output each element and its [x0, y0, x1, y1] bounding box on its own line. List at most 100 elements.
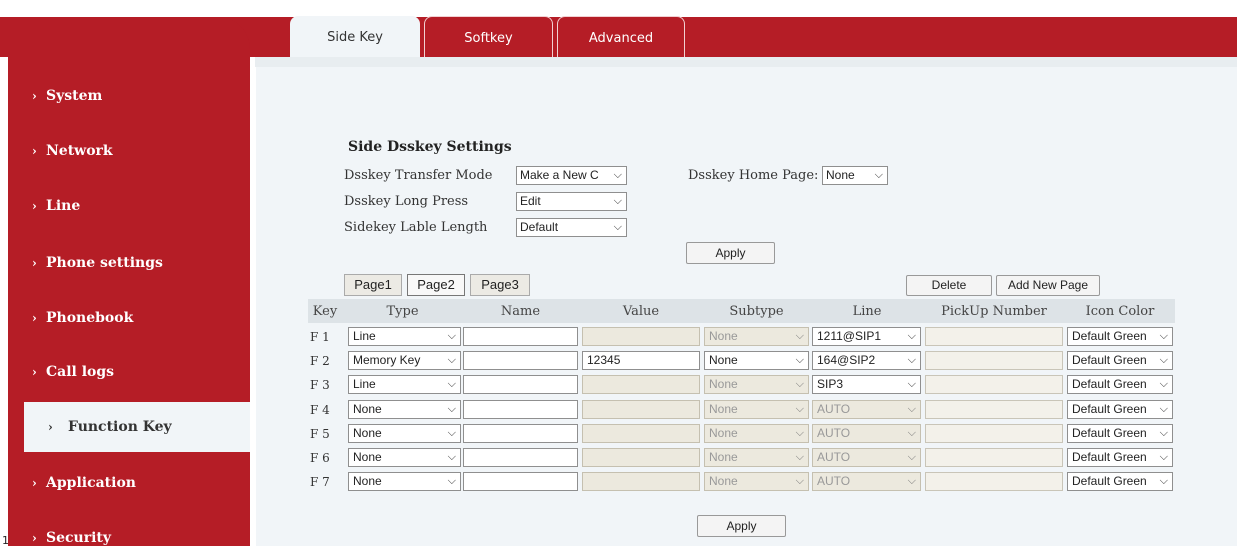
- icon-color-select[interactable]: Default Green ⌵: [1067, 472, 1173, 491]
- type-select-value: Memory Key: [353, 353, 421, 367]
- chevron-down-icon: ⌵: [795, 378, 804, 390]
- icon-color-select[interactable]: Default Green ⌵: [1067, 327, 1173, 346]
- line-select[interactable]: SIP3 ⌵: [812, 375, 921, 394]
- value-field[interactable]: 12345: [582, 351, 700, 370]
- chevron-down-icon: ⌵: [447, 354, 456, 366]
- page1-button[interactable]: Page1: [344, 274, 402, 296]
- icon-color-select[interactable]: Default Green ⌵: [1067, 375, 1173, 394]
- name-field[interactable]: [463, 327, 578, 346]
- col-header-key: Key: [312, 304, 338, 319]
- line-select[interactable]: 1211@SIP1 ⌵: [812, 327, 921, 346]
- home-page-select[interactable]: None ⌵: [822, 166, 888, 185]
- chevron-down-icon: ⌵: [447, 451, 456, 463]
- sidebar-item-application[interactable]: › Application: [8, 458, 250, 508]
- key-label: F 5: [310, 427, 330, 441]
- name-field[interactable]: [463, 472, 578, 491]
- sidebar-item-function-key[interactable]: › Function Key: [24, 402, 250, 452]
- label-length-label: Sidekey Lable Length: [344, 220, 488, 235]
- type-select[interactable]: Line ⌵: [348, 375, 461, 394]
- icon-color-select[interactable]: Default Green ⌵: [1067, 351, 1173, 370]
- type-select[interactable]: Memory Key ⌵: [348, 351, 461, 370]
- subtype-select: None ⌵: [704, 375, 809, 394]
- subtype-select: None ⌵: [704, 472, 809, 491]
- long-press-value: Edit: [520, 194, 541, 208]
- chevron-down-icon: ⌵: [795, 427, 804, 439]
- key-label: F 3: [310, 378, 330, 392]
- icon-color-select[interactable]: Default Green ⌵: [1067, 400, 1173, 419]
- col-header-name: Name: [500, 304, 541, 319]
- line-select: AUTO ⌵: [812, 448, 921, 467]
- subtype-select: None ⌵: [704, 400, 809, 419]
- delete-page-button[interactable]: Delete: [906, 275, 992, 296]
- chevron-down-icon: ⌵: [907, 475, 916, 487]
- subtype-select-value: None: [709, 353, 738, 367]
- label-length-select[interactable]: Default ⌵: [516, 218, 627, 237]
- sidebar-item-system[interactable]: › System: [8, 71, 250, 121]
- col-header-line: Line: [852, 304, 882, 319]
- sidebar: › System › Network › Line › Phone settings ›…: [8, 17, 250, 546]
- chevron-right-icon: ›: [32, 144, 37, 158]
- sidebar-item-phone-settings[interactable]: › Phone settings: [8, 238, 250, 288]
- chevron-right-icon: ›: [32, 365, 37, 379]
- col-header-pickup: PickUp Number: [941, 304, 1047, 319]
- chevron-down-icon: ⌵: [795, 451, 804, 463]
- icon-color-select-value: Default Green: [1072, 402, 1147, 416]
- key-label: F 2: [310, 354, 330, 368]
- line-select[interactable]: 164@SIP2 ⌵: [812, 351, 921, 370]
- sidebar-item-label: System: [46, 88, 103, 104]
- chevron-down-icon: ⌵: [613, 169, 622, 181]
- icon-color-select[interactable]: Default Green ⌵: [1067, 424, 1173, 443]
- chevron-down-icon: ⌵: [795, 403, 804, 415]
- value-field: [582, 400, 700, 419]
- sidebar-item-label: Call logs: [46, 364, 115, 380]
- apply-settings-button[interactable]: Apply: [686, 242, 775, 264]
- value-field: [582, 448, 700, 467]
- sidebar-item-label: Application: [46, 475, 136, 491]
- sidebar-item-label: Phone settings: [46, 255, 163, 271]
- line-select-value: AUTO: [817, 474, 851, 488]
- sidebar-item-phonebook[interactable]: › Phonebook: [8, 293, 250, 343]
- col-header-value: Value: [622, 304, 660, 319]
- tab-side-key[interactable]: Side Key: [290, 16, 420, 57]
- pickup-number-field: [925, 472, 1063, 491]
- type-select[interactable]: None ⌵: [348, 400, 461, 419]
- page3-button[interactable]: Page3: [470, 274, 530, 296]
- name-field[interactable]: [463, 351, 578, 370]
- icon-color-select[interactable]: Default Green ⌵: [1067, 448, 1173, 467]
- chevron-down-icon: ⌵: [1159, 354, 1168, 366]
- col-header-subtype: Subtype: [729, 304, 784, 319]
- name-field[interactable]: [463, 375, 578, 394]
- pickup-number-field: [925, 327, 1063, 346]
- chevron-right-icon: ›: [32, 311, 37, 325]
- chevron-right-icon: ›: [32, 476, 37, 490]
- tab-underline: [255, 57, 1237, 67]
- sidebar-item-call-logs[interactable]: › Call logs: [8, 347, 250, 397]
- key-label: F 7: [310, 475, 330, 489]
- tab-advanced[interactable]: Advanced: [557, 16, 685, 57]
- name-field[interactable]: [463, 448, 578, 467]
- pickup-number-field: [925, 424, 1063, 443]
- add-new-page-button[interactable]: Add New Page: [996, 275, 1100, 296]
- transfer-mode-select[interactable]: Make a New C ⌵: [516, 166, 627, 185]
- name-field[interactable]: [463, 424, 578, 443]
- name-field[interactable]: [463, 400, 578, 419]
- subtype-select-value: None: [709, 474, 738, 488]
- label-length-value: Default: [520, 220, 559, 234]
- key-label: F 1: [310, 330, 330, 344]
- type-select[interactable]: None ⌵: [348, 472, 461, 491]
- type-select[interactable]: Line ⌵: [348, 327, 461, 346]
- sidebar-item-security[interactable]: › Security: [8, 513, 250, 546]
- sidebar-item-line[interactable]: › Line: [8, 181, 250, 231]
- tab-softkey[interactable]: Softkey: [424, 16, 553, 57]
- type-select[interactable]: None ⌵: [348, 448, 461, 467]
- page2-button[interactable]: Page2: [407, 274, 465, 296]
- subtype-select[interactable]: None ⌵: [704, 351, 809, 370]
- type-select[interactable]: None ⌵: [348, 424, 461, 443]
- transfer-mode-value: Make a New C: [520, 168, 599, 182]
- apply-keys-button[interactable]: Apply: [697, 515, 786, 537]
- sidebar-item-label: Security: [46, 530, 112, 546]
- sidebar-item-network[interactable]: › Network: [8, 126, 250, 176]
- long-press-select[interactable]: Edit ⌵: [516, 192, 627, 211]
- chevron-down-icon: ⌵: [907, 427, 916, 439]
- icon-color-select-value: Default Green: [1072, 353, 1147, 367]
